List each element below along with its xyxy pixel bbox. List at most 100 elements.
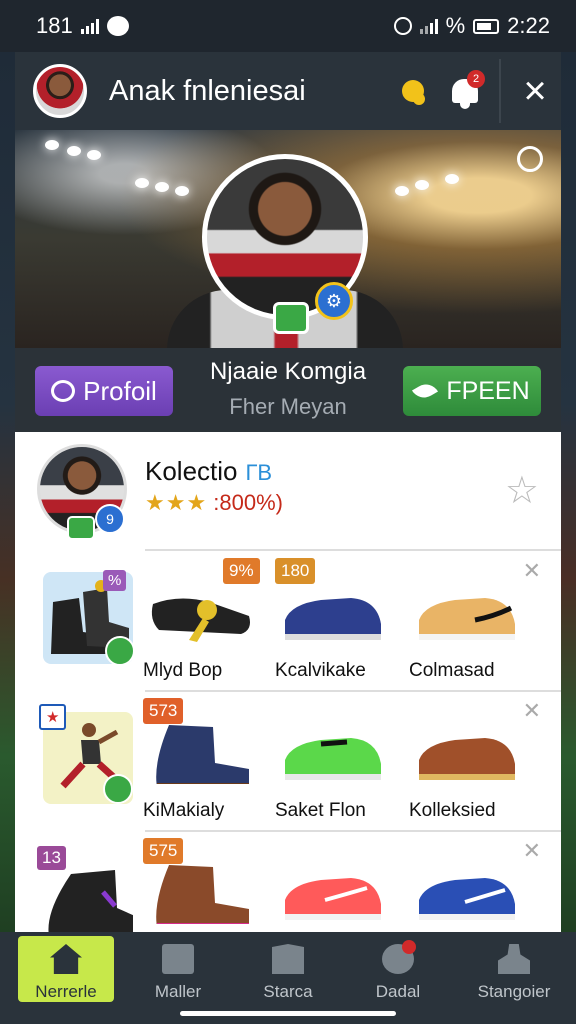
nav-label: Stangoier [477,982,551,1001]
list-item: ★ 573 KiMakialy Saket Flon Kolleksied ✕ [15,690,561,830]
thumb-badge: % [103,570,127,591]
product-badge: 9% [223,558,260,584]
product-label: Kcalvikake [275,660,366,681]
mail-icon [162,944,194,974]
product-label: Kolleksied [409,800,496,821]
shoe-image [285,738,381,780]
product-label: Mlyd Bop [143,660,223,681]
product-badge: 575 [143,838,184,864]
shoe-image [156,725,249,784]
product-card[interactable]: 575 [143,830,263,932]
status-left-text: 181 [36,13,73,38]
product-card[interactable] [275,830,395,932]
product-label: KiMakialy [143,800,225,821]
nav-item-mail[interactable]: Maller [130,936,226,1002]
nav-item-home[interactable]: Nerrerle [18,936,114,1002]
circle-toggle-icon[interactable] [517,146,543,172]
home-icon [50,944,82,974]
collection-panel: 9 Kolectio ГВ ★★★ :800%) ☆ % 9% Mlyd Bop … [15,432,561,932]
product-card[interactable]: 573 KiMakialy [143,690,263,830]
remove-icon[interactable]: ✕ [523,558,541,584]
nav-item-book[interactable]: Starca [240,936,336,1002]
profile-info-row: Profoil Njaaie Komgia Fher Meyan FPEEN [15,348,561,432]
background-strip-right [561,52,576,932]
status-bar: 181 % 2:22 [0,0,576,52]
signal-icon [80,18,99,34]
page-title: Anak fnleniesai [109,74,306,107]
notification-badge: 2 [467,70,485,88]
shoe-image [419,598,515,640]
user-name: Njaaie Komgia [209,358,367,385]
nav-label: Maller [154,982,202,1001]
thumb-badge: 13 [37,846,66,870]
avatar[interactable] [33,64,87,118]
shoe-image [285,598,381,640]
user-subtitle: Fher Meyan [229,394,347,419]
remove-icon[interactable]: ✕ [523,698,541,724]
shoe-image [419,738,515,780]
remove-icon[interactable]: ✕ [523,838,541,864]
refresh-badge-icon [103,774,133,804]
app-header: Anak fnleniesai 2 × [15,52,561,130]
product-label: Saket Flon [275,800,366,821]
close-button[interactable]: × [509,52,561,130]
battery-icon [473,18,500,34]
product-label: Colmasad [409,660,495,681]
nav-item-ball[interactable]: Dadal [350,936,446,1002]
collection-title-icon: ГВ [245,460,273,485]
close-icon: × [523,69,547,113]
status-time: 2:22 [507,13,550,38]
key-button[interactable] [387,52,439,130]
shoe-image [419,878,515,920]
chat-icon [106,16,129,36]
row-thumbnail[interactable]: 13 [37,846,135,932]
nav-label: Dadal [375,982,421,1001]
divider [499,59,501,123]
product-badge: 180 [275,558,316,584]
free-button[interactable]: FPEEN [403,366,541,416]
product-card[interactable]: 9% Mlyd Bop [143,550,263,690]
nav-label: Starca [263,982,313,1001]
nav-notification-dot [402,940,416,954]
signal-icon [419,18,438,34]
thumb-badge: ★ [39,704,67,730]
home-indicator [180,1011,396,1016]
product-card[interactable]: Saket Flon [275,690,395,830]
rating-text: :800%) [213,490,284,515]
chat-badge-icon [273,302,309,334]
alarm-icon [393,17,412,35]
rating-stars: ★★★ [145,490,208,515]
product-card[interactable]: Colmasad [409,550,529,690]
list-item: 13 575 ✕ [15,830,561,932]
profile-button[interactable]: Profoil [35,366,173,416]
free-button-label: FPEEN [446,376,530,405]
chat-badge-icon [67,516,95,540]
product-card[interactable]: Kolleksied [409,690,529,830]
row-thumbnail[interactable]: ★ [39,704,133,804]
collection-title: Kolectio ГВ [145,456,273,486]
shoe-image [156,865,249,924]
shoe-image [285,878,381,920]
leaf-icon [412,379,439,403]
nav-item-profile[interactable]: Stangoier [466,936,562,1002]
shoe-image [151,598,250,642]
list-item: % 9% Mlyd Bop 180 Kcalvikake Colmasad ✕ [15,550,561,690]
bottom-nav: Nerrerle Maller Starca Dadal Stangoier [0,932,576,1024]
product-badge: 573 [143,698,184,724]
battery-percent: % [445,13,466,38]
person-icon [498,944,530,974]
product-card[interactable] [409,830,529,932]
shirt-badge-icon [105,636,135,666]
key-icon [402,80,424,102]
row-thumbnail[interactable]: % [43,570,135,666]
location-badge-icon: 9 [95,504,125,534]
product-card[interactable]: 180 Kcalvikake [275,550,395,690]
nav-label: Nerrerle [35,982,97,1001]
collection-header[interactable]: 9 Kolectio ГВ ★★★ :800%) ☆ [15,432,561,550]
notifications-button[interactable]: 2 [439,52,491,130]
collection-rating: ★★★ :800%) [145,490,283,516]
favorite-star-icon[interactable]: ☆ [505,468,539,513]
settings-badge-icon[interactable]: ⚙ [315,282,353,320]
background-strip-left [0,52,15,932]
book-icon [272,944,304,974]
